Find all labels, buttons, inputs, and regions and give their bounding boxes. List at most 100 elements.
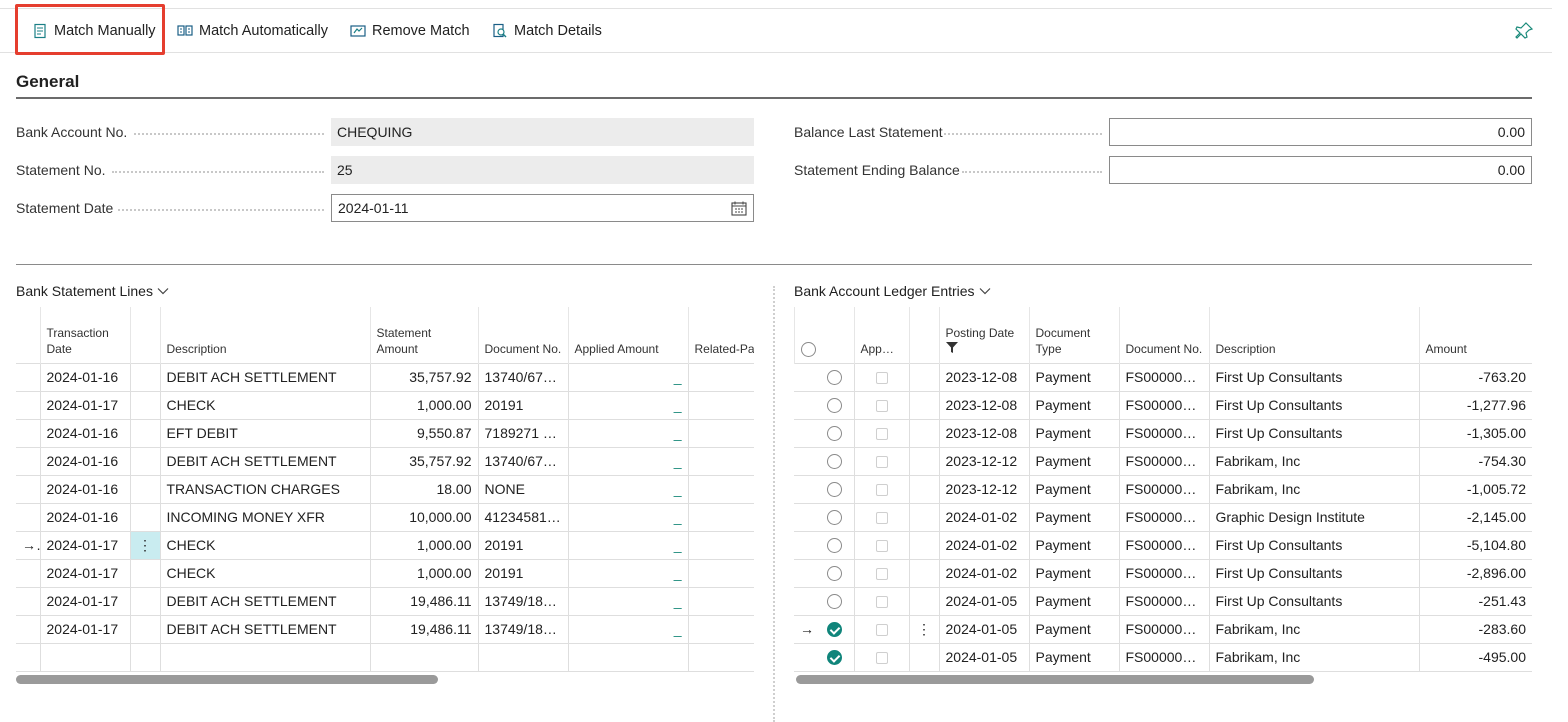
row-menu-button[interactable]: ⋮ — [129, 530, 160, 559]
col-applied-amount[interactable]: Applied Amount — [567, 307, 688, 363]
applied-amount-link[interactable]: _ — [567, 390, 688, 419]
description-cell[interactable]: Fabrikam, Inc — [1208, 642, 1419, 672]
applied-checkbox[interactable] — [875, 568, 888, 581]
document-type-cell[interactable]: Payment — [1028, 474, 1119, 503]
col-posting-date[interactable]: Posting Date — [938, 307, 1029, 363]
applied-amount-link[interactable]: _ — [567, 530, 688, 559]
applied-amount-link[interactable]: _ — [567, 558, 688, 587]
row-menu-button[interactable] — [908, 390, 939, 419]
col-applied[interactable]: App… — [853, 307, 909, 363]
document-no-cell[interactable]: FS00000292 — [1118, 642, 1209, 672]
applied-checkbox[interactable] — [875, 484, 888, 497]
statement-amount-cell[interactable]: 1,000.00 — [369, 390, 478, 419]
amount-cell[interactable]: -251.43 — [1418, 586, 1532, 615]
transaction-date-cell[interactable]: 2024-01-16 — [39, 502, 130, 531]
amount-cell[interactable]: -495.00 — [1418, 642, 1532, 672]
select-cell[interactable] — [794, 530, 854, 559]
row-menu-button[interactable] — [908, 362, 939, 391]
applied-cell[interactable] — [853, 642, 909, 672]
posting-date-cell[interactable]: 2023-12-12 — [938, 446, 1029, 475]
table-row[interactable]: 2024-01-05 Payment FS00000289 First Up Cons… — [794, 586, 1532, 615]
pin-icon[interactable] — [1514, 21, 1534, 41]
document-no-cell[interactable]: FS00000245 — [1118, 474, 1209, 503]
select-cell[interactable] — [794, 558, 854, 587]
match-details-button[interactable]: Match Details — [492, 9, 602, 52]
statement-amount-cell[interactable]: 19,486.11 — [369, 586, 478, 615]
row-menu-button[interactable]: ⋮ — [908, 614, 939, 643]
applied-checkbox[interactable] — [875, 652, 888, 665]
document-no-cell[interactable]: FS00000261 — [1118, 530, 1209, 559]
document-type-cell[interactable]: Payment — [1028, 558, 1119, 587]
balance-last-statement-field[interactable]: 0.00 — [1109, 118, 1532, 146]
amount-cell[interactable]: -283.60 — [1418, 614, 1532, 643]
description-cell[interactable]: EFT DEBIT — [159, 418, 370, 447]
document-type-cell[interactable]: Payment — [1028, 390, 1119, 419]
description-cell[interactable]: DEBIT ACH SETTLEMENT — [159, 586, 370, 615]
related-party-cell[interactable] — [687, 362, 754, 391]
applied-cell[interactable] — [853, 530, 909, 559]
applied-cell[interactable] — [853, 474, 909, 503]
horizontal-scrollbar[interactable] — [796, 675, 1314, 684]
select-cell[interactable] — [794, 446, 854, 475]
row-menu-button[interactable] — [908, 642, 939, 672]
applied-amount-link[interactable]: _ — [567, 614, 688, 643]
table-row[interactable]: 2024-01-17 DEBIT ACH SETTLEMENT 19,486.11 1… — [16, 586, 754, 615]
related-party-cell[interactable] — [687, 390, 754, 419]
table-row[interactable]: 2023-12-12 Payment FS00000245 Fabrikam, Inc… — [794, 474, 1532, 503]
statement-date-field[interactable]: 2024-01-11 — [331, 194, 754, 222]
parts-splitter[interactable] — [773, 286, 775, 722]
applied-checkbox[interactable] — [875, 512, 888, 525]
related-party-cell[interactable] — [687, 586, 754, 615]
row-select-radio[interactable] — [827, 650, 843, 666]
posting-date-cell[interactable]: 2024-01-02 — [938, 530, 1029, 559]
table-row[interactable]: 2023-12-08 Payment FS00000238 First Up Cons… — [794, 418, 1532, 447]
description-cell[interactable]: CHECK — [159, 530, 370, 559]
document-type-cell[interactable]: Payment — [1028, 586, 1119, 615]
description-cell[interactable]: First Up Consultants — [1208, 586, 1419, 615]
document-no-cell[interactable]: 20191 — [477, 530, 568, 559]
filter-icon[interactable] — [945, 341, 958, 353]
bank-account-ledger-entries-title[interactable]: Bank Account Ledger Entries — [794, 283, 991, 299]
table-row[interactable]: 2023-12-12 Payment FS00000242 Fabrikam, Inc… — [794, 446, 1532, 475]
posting-date-cell[interactable]: 2023-12-08 — [938, 418, 1029, 447]
applied-cell[interactable] — [853, 614, 909, 643]
description-cell[interactable]: CHECK — [159, 558, 370, 587]
transaction-date-cell[interactable]: 2024-01-17 — [39, 614, 130, 643]
description-cell[interactable]: First Up Consultants — [1208, 558, 1419, 587]
document-no-cell[interactable]: 20191 — [477, 390, 568, 419]
transaction-date-cell[interactable]: 2024-01-16 — [39, 362, 130, 391]
table-row[interactable]: 2024-01-16 DEBIT ACH SETTLEMENT 35,757.92 1… — [16, 362, 754, 391]
transaction-date-cell[interactable]: 2024-01-17 — [39, 586, 130, 615]
posting-date-cell[interactable]: 2023-12-08 — [938, 362, 1029, 391]
document-type-cell[interactable]: Payment — [1028, 362, 1119, 391]
select-cell[interactable] — [794, 474, 854, 503]
row-menu-button[interactable] — [908, 502, 939, 531]
document-type-cell[interactable]: Payment — [1028, 642, 1119, 672]
document-no-cell[interactable]: FS00000237 — [1118, 390, 1209, 419]
transaction-date-cell[interactable]: 2024-01-16 — [39, 418, 130, 447]
select-cell[interactable] — [794, 418, 854, 447]
table-row[interactable]: 2024-01-17 CHECK 1,000.00 20191 _ — [16, 390, 754, 419]
transaction-date-cell[interactable]: 2024-01-16 — [39, 474, 130, 503]
document-type-cell[interactable]: Payment — [1028, 614, 1119, 643]
table-row[interactable]: 2024-01-02 Payment FS00000263 First Up Cons… — [794, 558, 1532, 587]
description-cell[interactable]: Fabrikam, Inc — [1208, 446, 1419, 475]
document-no-cell[interactable]: FS00000289 — [1118, 586, 1209, 615]
posting-date-cell[interactable]: 2024-01-02 — [938, 558, 1029, 587]
applied-amount-link[interactable]: _ — [567, 418, 688, 447]
description-cell[interactable]: INCOMING MONEY XFR — [159, 502, 370, 531]
table-row[interactable]: 2024-01-16 INCOMING MONEY XFR 10,000.00 412… — [16, 502, 754, 531]
row-select-radio[interactable] — [827, 426, 843, 442]
document-no-cell[interactable]: 412345813… — [477, 502, 568, 531]
table-row[interactable]: 2024-01-02 Payment FS00000261 First Up Cons… — [794, 530, 1532, 559]
horizontal-scrollbar[interactable] — [16, 675, 438, 684]
statement-amount-cell[interactable]: 35,757.92 — [369, 446, 478, 475]
description-cell[interactable]: CHECK — [159, 390, 370, 419]
related-party-cell[interactable] — [687, 474, 754, 503]
related-party-cell[interactable] — [687, 530, 754, 559]
document-no-cell[interactable]: FS00000291 — [1118, 614, 1209, 643]
statement-ending-balance-field[interactable]: 0.00 — [1109, 156, 1532, 184]
transaction-date-cell[interactable]: 2024-01-16 — [39, 446, 130, 475]
row-menu-button[interactable] — [908, 530, 939, 559]
posting-date-cell[interactable]: 2023-12-08 — [938, 390, 1029, 419]
